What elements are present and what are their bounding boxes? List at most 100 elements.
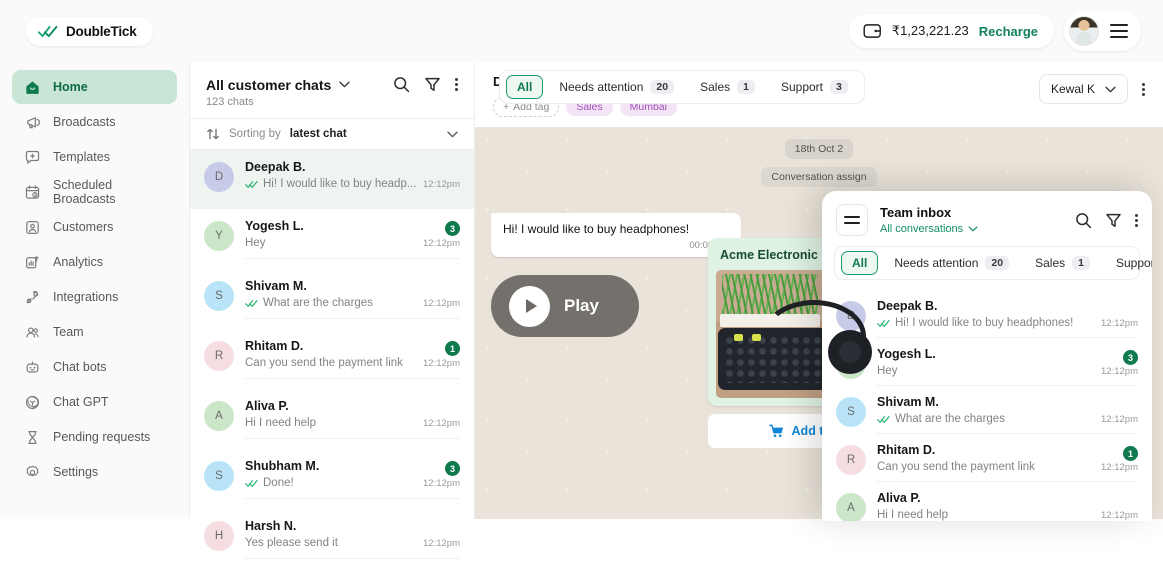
play-label: Play (564, 296, 599, 315)
chat-list-title-group[interactable]: All customer chats (206, 77, 350, 93)
unread-badge: 3 (1123, 350, 1138, 365)
hamburger-icon[interactable] (1110, 24, 1128, 38)
avatar[interactable] (1069, 16, 1099, 46)
float-panel-tabs-wrap: All Needs attention 20 Sales 1 Support 3 (822, 246, 1152, 290)
calendar-clock-icon (25, 185, 40, 199)
avatar: A (204, 401, 234, 431)
integrations-icon (26, 290, 39, 303)
conversation-more-icon[interactable] (1142, 82, 1145, 96)
chat-list-item[interactable]: Y Yogesh L. Hey 12:12pm 3 (190, 209, 474, 269)
avatar: Y (204, 221, 234, 251)
unread-badge: 3 (445, 221, 460, 236)
timestamp: 12:12pm (423, 238, 460, 249)
double-check-icon (245, 479, 258, 487)
avatar: D (204, 162, 234, 192)
sidebar-item-customers[interactable]: Customers (12, 210, 177, 244)
fptab-sales[interactable]: Sales 1 (1025, 252, 1100, 274)
chat-count: 123 chats (206, 96, 254, 108)
robot-icon (26, 360, 39, 373)
sidebar-item-analytics[interactable]: Analytics (12, 245, 177, 279)
tab-label: Needs attention (559, 80, 644, 94)
last-message: Hey (245, 237, 266, 249)
chat-list-item[interactable]: S Shivam M. What are the charges 12:12pm (822, 386, 1152, 434)
sidebar-item-team[interactable]: Team (12, 315, 177, 349)
sidebar-item-home[interactable]: Home (12, 70, 177, 104)
last-message: Hi! I would like to buy headp... (245, 178, 417, 190)
chatgpt-icon (25, 395, 40, 409)
search-icon[interactable] (393, 76, 410, 93)
sidebar-item-chat-gpt[interactable]: Chat GPT (12, 385, 177, 419)
last-message: Hi! I would like to buy headphones! (877, 317, 1095, 329)
chat-list-item[interactable]: R Rhitam D. Can you send the payment lin… (190, 329, 474, 389)
filter-tabs: All Needs attention 20 Sales 1 Support 3 (499, 70, 865, 104)
home-icon (26, 80, 39, 94)
chat-list-item[interactable]: S Shivam M. What are the charges 12:12pm (190, 269, 474, 329)
sidebar-item-label: Analytics (53, 255, 104, 269)
unread-badge: 1 (1123, 446, 1138, 461)
float-panel-subtitle[interactable]: All conversations (880, 223, 1063, 235)
chat-list-item[interactable]: A Aliva P. Hi I need help 12:12pm (190, 389, 474, 449)
sidebar-item-settings[interactable]: Settings (12, 455, 177, 489)
sidebar-item-scheduled-broadcasts[interactable]: Scheduled Broadcasts (12, 175, 177, 209)
chat-list-item[interactable]: R Rhitam D. Can you send the payment lin… (822, 434, 1152, 482)
fptab-support[interactable]: Support 3 (1106, 252, 1152, 274)
more-options-icon[interactable] (455, 78, 458, 91)
play-icon (509, 285, 550, 327)
analytics-icon (26, 255, 39, 268)
sidebar-item-broadcasts[interactable]: Broadcasts (12, 105, 177, 139)
chat-list-item[interactable]: H Harsh N. Yes please send it 12:12pm (190, 509, 474, 569)
balance-pill[interactable]: ₹1,23,221.23 Recharge (848, 14, 1054, 48)
last-message: Hi I need help (245, 417, 316, 429)
brand-name: DoubleTick (66, 23, 137, 39)
tab-support[interactable]: Support 3 (771, 76, 858, 98)
search-icon[interactable] (1075, 212, 1092, 229)
sidebar-item-templates[interactable]: Templates (12, 140, 177, 174)
sidebar-item-integrations[interactable]: Integrations (12, 280, 177, 314)
filter-icon[interactable] (1105, 212, 1122, 229)
tab-sales[interactable]: Sales 1 (690, 76, 765, 98)
contact-name: Aliva P. (245, 399, 289, 413)
top-bar: DoubleTick ₹1,23,221.23 Recharge (0, 0, 1163, 62)
chat-list-item[interactable]: A Aliva P. Hi I need help 12:12pm (822, 482, 1152, 521)
fptab-all[interactable]: All (841, 251, 879, 275)
tab-all[interactable]: All (506, 75, 544, 99)
timestamp: 12:12pm (1101, 414, 1138, 425)
sidebar-item-label: Pending requests (53, 430, 151, 444)
sidebar: Home Broadcasts Templates Scheduled Broa… (0, 62, 190, 519)
profile-menu[interactable] (1064, 11, 1141, 51)
recharge-link[interactable]: Recharge (979, 24, 1038, 39)
timestamp: 12:12pm (1101, 510, 1138, 521)
play-button[interactable]: Play (491, 275, 639, 337)
brand-logo[interactable]: DoubleTick (26, 16, 153, 46)
chat-list: D Deepak B. Hi! I would like to buy head… (190, 150, 474, 569)
sidebar-item-label: Customers (53, 220, 114, 234)
chat-list-item[interactable]: S Shubham M. Done! 12:12pm 3 (190, 449, 474, 509)
tab-needs-attention[interactable]: Needs attention 20 (549, 76, 684, 98)
chat-list-item[interactable]: D Deepak B. Hi! I would like to buy head… (190, 150, 474, 209)
double-check-icon (877, 319, 890, 327)
float-panel-title: Team inbox (880, 205, 952, 220)
more-options-icon[interactable] (1135, 213, 1138, 227)
customer-icon (26, 220, 39, 234)
chevron-down-icon[interactable] (339, 81, 350, 88)
message-time: 00:00 am (689, 240, 729, 251)
unread-badge: 1 (445, 341, 460, 356)
sidebar-item-pending-requests[interactable]: Pending requests (12, 420, 177, 454)
date-divider: 18th Oct 2 (491, 139, 1147, 159)
sort-bar[interactable]: Sorting by latest chat (190, 118, 474, 150)
unread-badge: 3 (445, 461, 460, 476)
avatar: S (204, 281, 234, 311)
float-panel-header: Team inbox All conversations (822, 191, 1152, 246)
chevron-down-icon[interactable] (447, 131, 458, 138)
filter-icon[interactable] (424, 76, 441, 93)
float-panel-subtitle-label: All conversations (880, 223, 964, 235)
contact-name: Harsh N. (245, 519, 297, 533)
sidebar-item-chat-bots[interactable]: Chat bots (12, 350, 177, 384)
sort-prefix: Sorting by (229, 128, 281, 140)
chat-list-panel: All customer chats 123 chats Sorting by … (190, 62, 475, 559)
menu-icon[interactable] (836, 204, 868, 236)
contact-name: Shivam M. (877, 395, 939, 409)
contact-name: Yogesh L. (245, 219, 304, 233)
assignee-dropdown[interactable]: Kewal K (1038, 74, 1128, 104)
fptab-needs-attention[interactable]: Needs attention 20 (884, 252, 1019, 274)
